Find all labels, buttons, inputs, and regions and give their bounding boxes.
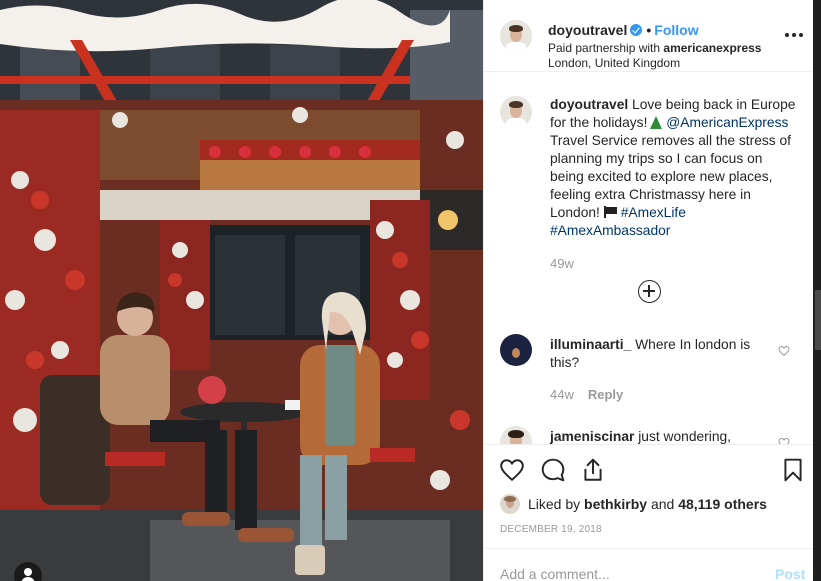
author-avatar[interactable] (500, 20, 532, 52)
post-header: doyoutravel • Follow Paid partnership with… (484, 0, 814, 72)
separator-dot: • (646, 22, 652, 38)
verified-badge-icon (630, 24, 643, 36)
liked-by-text: Liked by bethkirby and 48,119 others (528, 496, 767, 512)
commenter-avatar[interactable] (500, 334, 532, 366)
comment-input[interactable] (500, 566, 750, 581)
christmas-tree-icon (650, 116, 663, 129)
partnership-prefix: Paid partnership with (548, 41, 664, 55)
partner-link[interactable]: americanexpress (663, 41, 761, 55)
reply-button[interactable]: Reply (588, 387, 623, 402)
comment-body-2: just wondering, (638, 429, 732, 444)
comment-text-2: jameniscinar just wondering, (550, 428, 770, 444)
follow-button[interactable]: Follow (654, 22, 698, 38)
post-photo[interactable] (0, 0, 483, 581)
author-name-row: doyoutravel • Follow (548, 22, 699, 38)
like-heart-icon[interactable] (499, 457, 525, 483)
post-caption: doyoutravel Love being back in Europe fo… (550, 96, 798, 240)
comment-text: illuminaarti_ Where In london is this? (550, 336, 770, 372)
hashtag-amexlife[interactable]: #AmexLife (621, 205, 686, 220)
caption-time[interactable]: 49w (550, 256, 574, 271)
author-username[interactable]: doyoutravel (548, 22, 627, 38)
caption-author-avatar[interactable] (500, 96, 532, 128)
share-icon[interactable] (580, 457, 606, 483)
flag-icon (603, 206, 617, 218)
comment-username[interactable]: illuminaarti_ (550, 337, 631, 352)
caption-username[interactable]: doyoutravel (550, 97, 628, 112)
like-comment-heart-icon-2[interactable] (778, 437, 790, 444)
liker-avatar[interactable] (500, 494, 520, 514)
add-comment-bar: Post (484, 548, 814, 581)
liked-by-user[interactable]: bethkirby (584, 496, 647, 512)
background-edge (813, 0, 821, 581)
post-panel: doyoutravel • Follow Paid partnership with… (483, 0, 814, 581)
paid-partnership: Paid partnership with americanexpress (548, 41, 761, 55)
post-photo-image (0, 0, 483, 581)
caption-mention[interactable]: @AmericanExpress (666, 115, 788, 130)
liked-by-prefix: Liked by (528, 496, 585, 512)
load-more-comments-icon[interactable] (638, 280, 661, 303)
more-options-icon[interactable] (785, 33, 803, 39)
comment-time[interactable]: 44w (550, 387, 574, 402)
location-link[interactable]: London, United Kingdom (548, 56, 680, 70)
comment-meta: 44w Reply (550, 387, 623, 402)
save-bookmark-icon[interactable] (780, 457, 806, 483)
comments-list[interactable]: doyoutravel Love being back in Europe fo… (484, 73, 814, 444)
liked-by-and: and (647, 496, 679, 512)
post-comment-button[interactable]: Post (775, 566, 805, 581)
like-comment-heart-icon[interactable] (778, 345, 790, 357)
post-actions: Liked by bethkirby and 48,119 others DEC… (484, 444, 814, 547)
comment-username-2[interactable]: jameniscinar (550, 429, 634, 444)
commenter-avatar-2[interactable] (500, 426, 532, 444)
post-date[interactable]: DECEMBER 19, 2018 (500, 524, 602, 535)
hashtag-amexambassador[interactable]: #AmexAmbassador (550, 223, 670, 238)
likes-count[interactable]: 48,119 others (678, 496, 767, 512)
comment-bubble-icon[interactable] (540, 457, 566, 483)
